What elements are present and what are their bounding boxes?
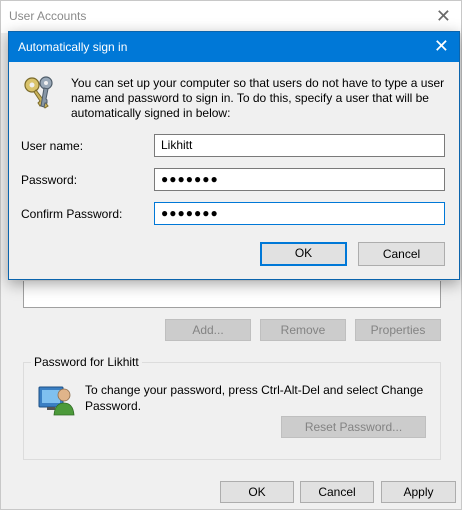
dialog-ok-button[interactable]: OK — [260, 242, 347, 266]
reset-password-button[interactable]: Reset Password... — [281, 416, 426, 438]
username-field[interactable]: Likhitt — [154, 134, 445, 157]
ok-button[interactable]: OK — [220, 481, 294, 503]
apply-button[interactable]: Apply — [381, 481, 456, 503]
username-label: User name: — [21, 139, 84, 153]
properties-button[interactable]: Properties — [355, 319, 441, 341]
users-list[interactable] — [23, 281, 441, 308]
cancel-button[interactable]: Cancel — [300, 481, 374, 503]
confirm-password-field[interactable]: ●●●●●●● — [154, 202, 445, 225]
add-button[interactable]: Add... — [165, 319, 251, 341]
dialog-close-icon[interactable]: ✕ — [434, 35, 449, 57]
dialog-title: Automatically sign in — [18, 40, 128, 54]
remove-button[interactable]: Remove — [260, 319, 346, 341]
user-accounts-title: User Accounts — [9, 9, 87, 23]
close-icon[interactable]: ✕ — [436, 5, 451, 27]
user-accounts-titlebar: User Accounts ✕ — [1, 1, 461, 33]
password-instructions: To change your password, press Ctrl-Alt-… — [85, 383, 424, 413]
dialog-cancel-button[interactable]: Cancel — [358, 242, 445, 266]
password-field[interactable]: ●●●●●●● — [154, 168, 445, 191]
dialog-titlebar: Automatically sign in ✕ — [9, 32, 459, 62]
auto-sign-in-dialog: Automatically sign in ✕ You can set up y… — [8, 31, 460, 280]
password-label: Password: — [21, 173, 78, 187]
confirm-password-label: Confirm Password: — [21, 207, 123, 221]
password-group-label: Password for Likhitt — [31, 355, 142, 369]
dialog-description: You can set up your computer so that use… — [71, 76, 445, 120]
user-password-icon — [38, 386, 75, 416]
keys-icon — [24, 76, 53, 109]
